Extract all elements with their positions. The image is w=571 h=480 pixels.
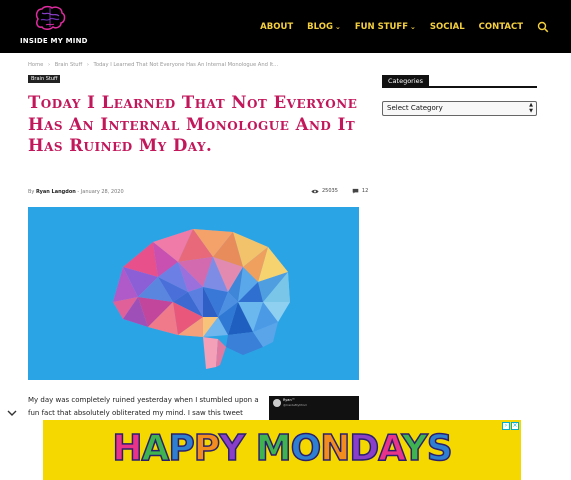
by-label: By [28, 189, 35, 195]
chevron-down-icon: ⌄ [410, 22, 416, 31]
categories-widget-header: Categories [382, 75, 537, 88]
nav-fun-stuff-label: FUN STUFF [354, 21, 409, 32]
nav-social-label: SOCIAL [429, 21, 465, 32]
ad-collapse-chevron-icon[interactable] [6, 408, 18, 418]
ad-letter: A [377, 427, 403, 470]
search-icon[interactable] [537, 21, 549, 33]
categories-title: Categories [382, 75, 430, 88]
ad-letter: H [112, 427, 144, 470]
nav-about[interactable]: ABOUT [260, 22, 293, 32]
nav-blog-label: BLOG [307, 21, 333, 32]
ad-letter: Y [218, 427, 246, 470]
site-header: INSIDE MY MIND ABOUT BLOG ⌄ FUN STUFF ⌄ SO… [0, 0, 571, 53]
article-body: My day was completely ruined yesterday w… [28, 396, 259, 417]
author-link[interactable]: Ryan Langdon [36, 189, 76, 195]
ad-choices-badge[interactable]: › × [501, 422, 519, 430]
article-title: Today I Learned That Not Everyone Has An… [28, 93, 358, 155]
nav-about-label: ABOUT [260, 21, 294, 32]
ad-letter [244, 428, 256, 469]
ad-info-icon[interactable]: › [502, 422, 510, 430]
breadcrumb-separator: › [86, 62, 89, 68]
comment-icon [352, 188, 359, 194]
breadcrumb-current: Today I Learned That Not Everyone Has An… [93, 62, 279, 68]
main-nav: ABOUT BLOG ⌄ FUN STUFF ⌄ SOCIAL CONTACT [246, 0, 549, 53]
breadcrumb-category[interactable]: Brain Stuff [55, 62, 82, 68]
ad-banner[interactable]: HAPPY MONDAYS › × [43, 420, 521, 480]
page: INSIDE MY MIND ABOUT BLOG ⌄ FUN STUFF ⌄ SO… [0, 0, 571, 480]
views-count: 25035 [322, 188, 338, 194]
tweet-author-handle: @InsideMyMind [283, 403, 307, 407]
low-poly-brain-illustration [113, 229, 290, 369]
brain-logo-icon [35, 5, 66, 30]
ad-close-icon[interactable]: × [511, 422, 519, 430]
select-arrows-icon: ▲ ▼ [529, 102, 533, 114]
ad-letter: Y [401, 427, 429, 470]
post-date: January 28, 2020 [80, 189, 124, 195]
article-meta: By Ryan Langdon - January 28, 2020 [28, 189, 124, 195]
ad-headline: HAPPY MONDAYS [43, 427, 521, 470]
nav-social[interactable]: SOCIAL [430, 22, 465, 32]
ad-letter: O [290, 427, 322, 470]
comments-count: 12 [361, 188, 369, 194]
ad-letter: N [319, 427, 351, 470]
ad-letter: P [193, 427, 221, 470]
category-select[interactable]: Select Category ▲ ▼ [382, 101, 537, 116]
nav-contact-label: CONTACT [478, 21, 523, 32]
hero-image [28, 207, 359, 380]
ad-letter: A [141, 427, 170, 470]
nav-fun-stuff[interactable]: FUN STUFF ⌄ [355, 22, 416, 32]
chevron-down-icon: ⌄ [334, 22, 341, 31]
breadcrumb: Home › Brain Stuff › Today I Learned Tha… [28, 62, 281, 68]
site-logo[interactable]: INSIDE MY MIND [20, 5, 88, 47]
breadcrumb-separator: › [47, 62, 51, 68]
eye-icon [311, 189, 319, 193]
nav-contact[interactable]: CONTACT [479, 22, 523, 32]
embedded-tweet[interactable]: Ryan™ @InsideMyMind [269, 396, 359, 420]
ad-letter: S [426, 427, 453, 470]
logo-text: INSIDE MY MIND [20, 37, 88, 45]
category-select-value: Select Category [387, 104, 443, 112]
category-badge[interactable]: Brain Stuff [28, 75, 61, 83]
ad-letter: D [349, 427, 380, 470]
nav-blog[interactable]: BLOG ⌄ [307, 22, 341, 32]
views-stat: 25035 [311, 188, 338, 194]
tweet-author-name: Ryan™ [283, 398, 296, 402]
ad-letter: M [255, 427, 292, 470]
article-stats: 25035 12 [311, 188, 382, 194]
breadcrumb-home[interactable]: Home [28, 62, 43, 68]
date-separator: - [77, 189, 80, 195]
comments-stat[interactable]: 12 [352, 188, 368, 194]
tweet-avatar [273, 399, 281, 407]
ad-letter: P [168, 427, 196, 470]
